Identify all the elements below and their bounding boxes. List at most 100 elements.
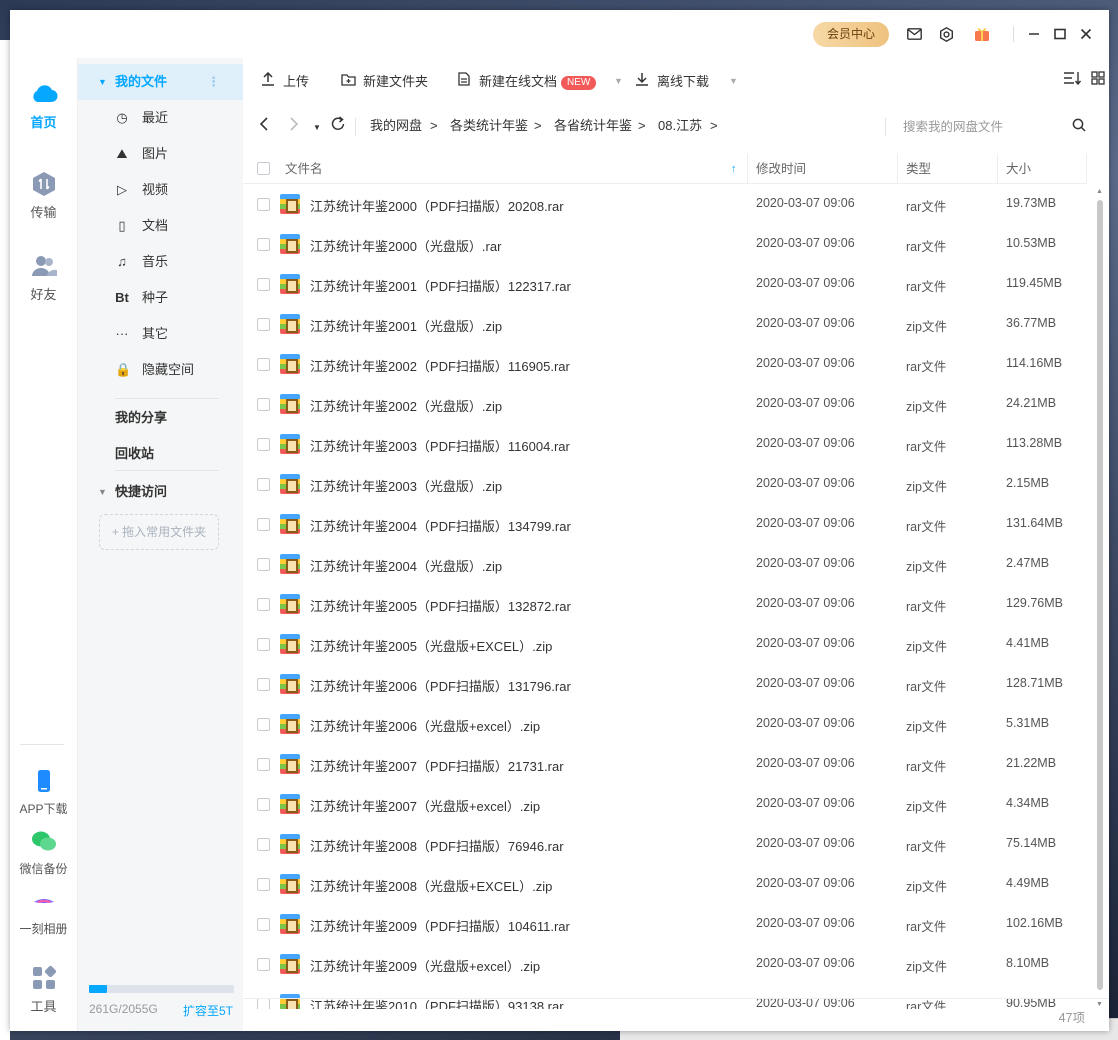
side-item[interactable]: Bt 种子 [78, 280, 244, 316]
table-row[interactable]: 江苏统计年鉴2005（光盘版+EXCEL）.zip 2020-03-07 09:0… [243, 624, 1087, 664]
scroll-up-icon[interactable]: ▲ [1096, 188, 1103, 195]
offline-download-button[interactable]: 离线下载 [633, 71, 709, 91]
side-item[interactable]: ♫ 音乐 [78, 244, 244, 280]
drop-folder-area[interactable]: + 拖入常用文件夹 [99, 514, 219, 550]
header-filename[interactable]: 文件名 [285, 154, 323, 184]
file-name[interactable]: 江苏统计年鉴2002（光盘版）.zip [310, 396, 502, 415]
side-item[interactable]: ⛰ 图片 [78, 136, 244, 172]
file-name[interactable]: 江苏统计年鉴2004（光盘版）.zip [310, 556, 502, 575]
row-checkbox[interactable] [257, 878, 270, 891]
file-name[interactable]: 江苏统计年鉴2001（PDF扫描版）122317.rar [310, 276, 571, 295]
table-row[interactable]: 江苏统计年鉴2005（PDF扫描版）132872.rar 2020-03-07 0… [243, 584, 1087, 624]
row-checkbox[interactable] [257, 838, 270, 851]
rail-wechat-backup[interactable]: 微信备份 [10, 828, 77, 877]
side-my-share[interactable]: 我的分享 [78, 400, 244, 436]
more-vertical-icon[interactable]: ⋮ [207, 64, 220, 100]
rail-transfer[interactable]: 传输 [10, 170, 77, 221]
table-row[interactable]: 江苏统计年鉴2004（光盘版）.zip 2020-03-07 09:06 zip文件… [243, 544, 1087, 584]
new-online-doc-button[interactable]: 新建在线文档 NEW [455, 71, 597, 91]
rail-friends[interactable]: 好友 [10, 252, 77, 303]
row-checkbox[interactable] [257, 758, 270, 771]
caret-down-icon[interactable]: ▼ [98, 64, 107, 100]
row-checkbox[interactable] [257, 518, 270, 531]
table-row[interactable]: 江苏统计年鉴2006（PDF扫描版）131796.rar 2020-03-07 0… [243, 664, 1087, 704]
side-recycle-bin[interactable]: 回收站 [78, 436, 244, 472]
column-divider[interactable] [897, 154, 898, 184]
caret-down-icon[interactable]: ▼ [729, 71, 738, 91]
gift-icon[interactable] [972, 24, 992, 44]
file-name[interactable]: 江苏统计年鉴2000（光盘版）.rar [310, 236, 501, 255]
file-name[interactable]: 江苏统计年鉴2000（PDF扫描版）20208.rar [310, 196, 564, 215]
forward-arrow-icon[interactable] [289, 116, 299, 138]
table-row[interactable]: 江苏统计年鉴2009（PDF扫描版）104611.rar 2020-03-07 0… [243, 904, 1087, 944]
rail-tools[interactable]: 工具 [10, 964, 77, 1015]
rail-album[interactable]: 一刻相册 [10, 888, 77, 937]
table-row[interactable]: 江苏统计年鉴2008（PDF扫描版）76946.rar 2020-03-07 09… [243, 824, 1087, 864]
row-checkbox[interactable] [257, 478, 270, 491]
file-name[interactable]: 江苏统计年鉴2001（光盘版）.zip [310, 316, 502, 335]
table-row[interactable]: 江苏统计年鉴2003（PDF扫描版）116004.rar 2020-03-07 0… [243, 424, 1087, 464]
file-name[interactable]: 江苏统计年鉴2003（光盘版）.zip [310, 476, 502, 495]
side-item[interactable]: 🔒 隐藏空间 [78, 352, 244, 388]
file-name[interactable]: 江苏统计年鉴2008（PDF扫描版）76946.rar [310, 836, 564, 855]
back-arrow-icon[interactable] [259, 116, 269, 138]
file-name[interactable]: 江苏统计年鉴2009（光盘版+excel）.zip [310, 956, 540, 975]
table-row[interactable]: 江苏统计年鉴2009（光盘版+excel）.zip 2020-03-07 09:0… [243, 944, 1087, 984]
column-divider[interactable] [1086, 154, 1087, 184]
table-row[interactable]: 江苏统计年鉴2008（光盘版+EXCEL）.zip 2020-03-07 09:0… [243, 864, 1087, 904]
close-icon[interactable] [1076, 24, 1096, 44]
file-name[interactable]: 江苏统计年鉴2003（PDF扫描版）116004.rar [310, 436, 570, 455]
file-name[interactable]: 江苏统计年鉴2006（PDF扫描版）131796.rar [310, 676, 571, 695]
table-row[interactable]: 江苏统计年鉴2000（光盘版）.rar 2020-03-07 09:06 rar文件… [243, 224, 1087, 264]
file-name[interactable]: 江苏统计年鉴2006（光盘版+excel）.zip [310, 716, 540, 735]
table-row[interactable]: 江苏统计年鉴2000（PDF扫描版）20208.rar 2020-03-07 09… [243, 184, 1087, 224]
side-item[interactable]: ◷ 最近 [78, 100, 244, 136]
table-row[interactable]: 江苏统计年鉴2007（光盘版+excel）.zip 2020-03-07 09:0… [243, 784, 1087, 824]
breadcrumb-root[interactable]: 我的网盘 [370, 118, 422, 134]
side-item[interactable]: ▷ 视频 [78, 172, 244, 208]
row-checkbox[interactable] [257, 638, 270, 651]
rail-home[interactable]: 首页 [10, 80, 77, 131]
row-checkbox[interactable] [257, 438, 270, 451]
row-checkbox[interactable] [257, 238, 270, 251]
grid-view-icon[interactable] [1091, 71, 1105, 91]
maximize-icon[interactable] [1050, 24, 1070, 44]
row-checkbox[interactable] [257, 798, 270, 811]
row-checkbox[interactable] [257, 598, 270, 611]
file-name[interactable]: 江苏统计年鉴2007（PDF扫描版）21731.rar [310, 756, 564, 775]
scroll-thumb[interactable] [1097, 200, 1103, 990]
row-checkbox[interactable] [257, 558, 270, 571]
side-item[interactable]: ··· 其它 [78, 316, 244, 352]
select-all-checkbox[interactable] [257, 162, 270, 175]
column-divider[interactable] [747, 154, 748, 184]
upload-button[interactable]: 上传 [259, 71, 309, 91]
row-checkbox[interactable] [257, 358, 270, 371]
new-folder-button[interactable]: 新建文件夹 [339, 71, 428, 91]
breadcrumb-current[interactable]: 08.江苏 [658, 118, 702, 134]
refresh-icon[interactable] [331, 116, 346, 138]
header-type[interactable]: 类型 [906, 154, 931, 184]
settings-icon[interactable] [936, 24, 956, 44]
file-name[interactable]: 江苏统计年鉴2007（光盘版+excel）.zip [310, 796, 540, 815]
file-name[interactable]: 江苏统计年鉴2005（光盘版+EXCEL）.zip [310, 636, 552, 655]
sort-icon[interactable] [1063, 71, 1082, 91]
header-modified[interactable]: 修改时间 [756, 154, 806, 184]
mail-icon[interactable] [904, 24, 924, 44]
expand-storage-link[interactable]: 扩容至5T [183, 1002, 233, 1019]
row-checkbox[interactable] [257, 678, 270, 691]
row-checkbox[interactable] [257, 958, 270, 971]
table-row[interactable]: 江苏统计年鉴2002（PDF扫描版）116905.rar 2020-03-07 0… [243, 344, 1087, 384]
row-checkbox[interactable] [257, 918, 270, 931]
side-quick-access[interactable]: ▼ 快捷访问 [78, 474, 244, 510]
table-row[interactable]: 江苏统计年鉴2001（光盘版）.zip 2020-03-07 09:06 zip文件… [243, 304, 1087, 344]
caret-down-icon[interactable]: ▼ [614, 71, 623, 91]
breadcrumb-item[interactable]: 各类统计年鉴 [450, 118, 528, 134]
table-row[interactable]: 江苏统计年鉴2004（PDF扫描版）134799.rar 2020-03-07 0… [243, 504, 1087, 544]
file-name[interactable]: 江苏统计年鉴2004（PDF扫描版）134799.rar [310, 516, 571, 535]
column-divider[interactable] [997, 154, 998, 184]
row-checkbox[interactable] [257, 398, 270, 411]
minimize-icon[interactable] [1024, 24, 1044, 44]
row-checkbox[interactable] [257, 718, 270, 731]
vip-center-button[interactable]: 会员中心 [813, 22, 889, 47]
sort-asc-icon[interactable]: ↑ [731, 154, 737, 184]
